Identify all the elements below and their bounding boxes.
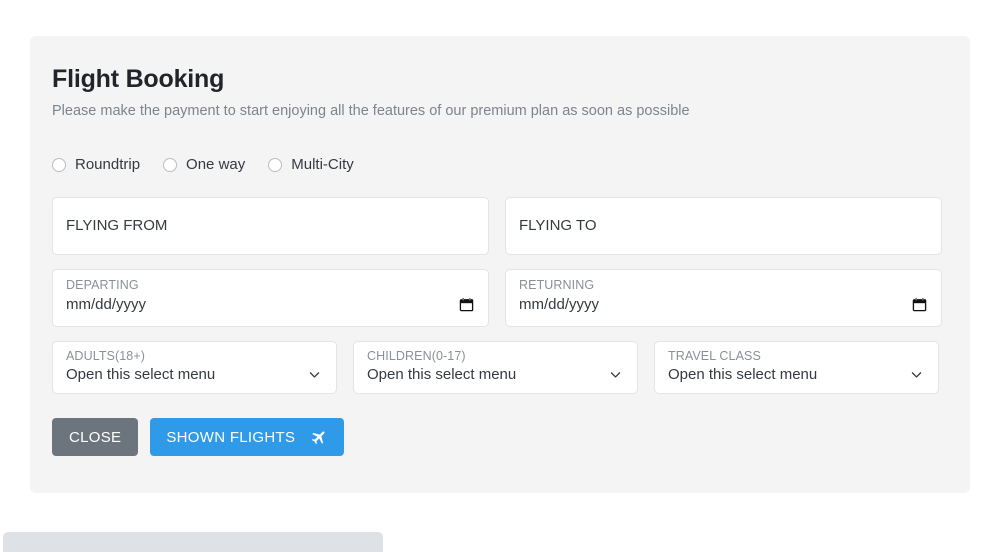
adults-value: Open this select menu	[66, 366, 216, 383]
departing-value-row: mm/dd/yyyy	[66, 295, 475, 314]
chevron-down-icon[interactable]	[609, 368, 622, 381]
departing-date-field[interactable]: DEPARTING mm/dd/yyyy	[52, 269, 489, 327]
passengers-row: ADULTS(18+) Open this select menu CHILDR…	[52, 341, 948, 394]
dates-row: DEPARTING mm/dd/yyyy RETURNING mm/dd/yyy…	[52, 269, 948, 327]
returning-label: RETURNING	[519, 278, 595, 292]
shown-flights-label: SHOWN FLIGHTS	[166, 428, 296, 446]
radio-roundtrip-label: Roundtrip	[75, 156, 141, 173]
radio-one-way-label: One way	[186, 156, 246, 173]
radio-roundtrip[interactable]: Roundtrip	[52, 157, 140, 173]
flight-booking-card: Flight Booking Please make the payment t…	[30, 36, 970, 493]
radio-circle-icon[interactable]	[52, 158, 66, 172]
column-gap	[489, 197, 505, 255]
children-label: CHILDREN(0-17)	[367, 349, 466, 363]
adults-select[interactable]: ADULTS(18+) Open this select menu	[52, 341, 337, 394]
flying-from-placeholder: FLYING FROM	[66, 217, 168, 234]
chevron-down-icon[interactable]	[910, 368, 923, 381]
adults-label: ADULTS(18+)	[66, 349, 146, 363]
adults-value-row: Open this select menu	[66, 365, 323, 384]
column-gap	[638, 341, 654, 394]
travel-class-value: Open this select menu	[668, 366, 818, 383]
radio-circle-icon[interactable]	[268, 158, 283, 172]
calendar-icon[interactable]	[459, 297, 474, 312]
travel-class-select[interactable]: TRAVEL CLASS Open this select menu	[654, 341, 939, 394]
close-button[interactable]: CLOSE	[52, 418, 139, 456]
form-actions: CLOSE SHOWN FLIGHTS	[52, 418, 948, 456]
children-value-row: Open this select menu	[367, 365, 624, 384]
flying-to-placeholder: FLYING TO	[519, 217, 597, 234]
travel-class-label: TRAVEL CLASS	[668, 349, 761, 363]
travel-class-value-row: Open this select menu	[668, 365, 925, 384]
column-gap	[337, 341, 353, 394]
children-select[interactable]: CHILDREN(0-17) Open this select menu	[353, 341, 638, 394]
calendar-icon[interactable]	[912, 297, 927, 312]
radio-multi-city[interactable]: Multi-City	[268, 157, 354, 173]
returning-value: mm/dd/yyyy	[519, 296, 600, 313]
returning-value-row: mm/dd/yyyy	[519, 295, 928, 314]
origin-destination-row: FLYING FROM FLYING TO	[52, 197, 948, 255]
chevron-down-icon[interactable]	[308, 368, 321, 381]
page-subtitle: Please make the payment to start enjoyin…	[52, 103, 690, 119]
radio-circle-icon[interactable]	[163, 158, 178, 172]
children-value: Open this select menu	[367, 366, 517, 383]
departing-label: DEPARTING	[66, 278, 139, 292]
flying-from-input[interactable]: FLYING FROM	[52, 197, 489, 255]
page-title: Flight Booking	[52, 65, 225, 93]
departing-value: mm/dd/yyyy	[66, 296, 147, 313]
bottom-partial-panel	[3, 532, 383, 552]
flying-to-input[interactable]: FLYING TO	[505, 197, 942, 255]
shown-flights-button[interactable]: SHOWN FLIGHTS	[150, 418, 345, 456]
radio-one-way[interactable]: One way	[163, 157, 245, 173]
radio-multi-city-label: Multi-City	[291, 156, 354, 173]
airplane-icon	[310, 428, 328, 446]
trip-type-radio-group: Roundtrip One way Multi-City	[52, 157, 948, 173]
column-gap	[489, 269, 505, 327]
returning-date-field[interactable]: RETURNING mm/dd/yyyy	[505, 269, 942, 327]
